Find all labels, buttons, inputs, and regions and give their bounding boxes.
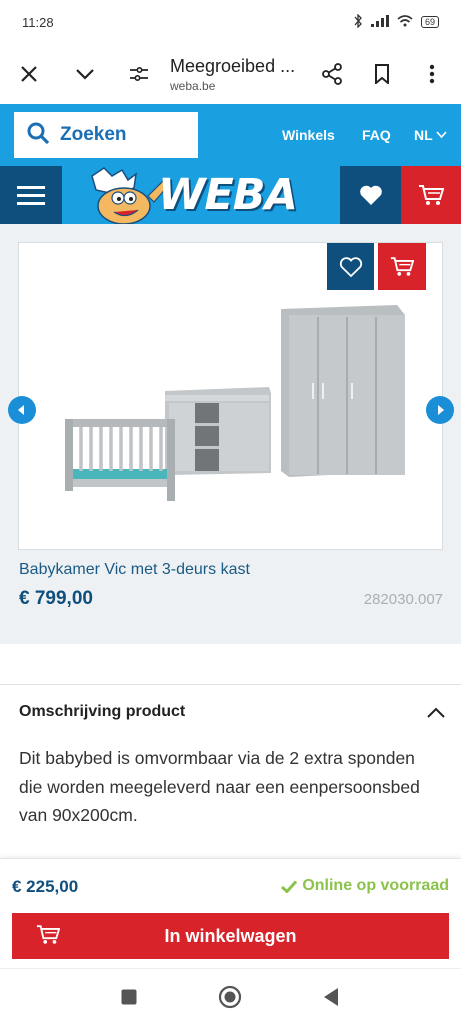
- bluetooth-icon: [353, 12, 363, 31]
- share-icon[interactable]: [315, 57, 349, 91]
- page-settings-icon[interactable]: [122, 57, 156, 91]
- language-label: NL: [414, 127, 433, 143]
- wifi-icon: [397, 14, 413, 30]
- more-icon[interactable]: [415, 57, 449, 91]
- search-input[interactable]: Zoeken: [14, 112, 198, 158]
- page-title: Meegroeibed ...: [170, 55, 296, 76]
- close-icon[interactable]: [12, 57, 46, 91]
- option-price: € 225,00: [12, 877, 79, 896]
- chevron-up-icon: [427, 707, 445, 718]
- cart-icon: [36, 925, 60, 944]
- product-price: € 799,00: [19, 588, 93, 609]
- add-to-cart-button[interactable]: In winkelwagen: [12, 913, 449, 959]
- stock-label: Online op voorraad: [302, 877, 449, 894]
- battery-icon: 69: [420, 16, 439, 28]
- chevron-right-icon: [438, 405, 444, 415]
- check-icon: [281, 879, 298, 893]
- back-triangle-icon: [324, 988, 338, 1006]
- status-bar: 11:28 69: [0, 0, 461, 44]
- language-select[interactable]: NL: [414, 127, 447, 143]
- status-time: 11:28: [22, 14, 54, 30]
- link-winkels[interactable]: Winkels: [282, 127, 335, 143]
- chevron-down-icon[interactable]: [68, 57, 102, 91]
- url-block[interactable]: Meegroeibed ... weba.be: [170, 56, 315, 93]
- logo[interactable]: WEBA: [62, 166, 340, 224]
- browser-bar: Meegroeibed ... weba.be: [0, 44, 461, 104]
- add-to-favorites-button[interactable]: [327, 243, 374, 290]
- home-circle-icon: [218, 985, 242, 1009]
- add-to-cart-icon-button[interactable]: [378, 243, 426, 290]
- product-image[interactable]: [18, 242, 443, 550]
- site-header-top: Zoeken Winkels FAQ NL: [0, 104, 461, 166]
- site-header-bar: WEBA: [0, 166, 461, 224]
- menu-button[interactable]: [0, 166, 62, 224]
- back-button[interactable]: [319, 985, 343, 1009]
- product-section: Babykamer Vic met 3-deurs kast € 799,00 …: [0, 224, 461, 644]
- previous-image-button[interactable]: [8, 396, 36, 424]
- status-icons: 69: [353, 12, 439, 31]
- stock-status: Online op voorraad: [281, 877, 449, 895]
- heart-outline-icon: [339, 256, 362, 277]
- cart-icon: [390, 257, 414, 276]
- product-name[interactable]: Babykamer Vic met 3-deurs kast: [19, 561, 250, 579]
- home-button[interactable]: [218, 985, 242, 1009]
- chevron-left-icon: [18, 405, 24, 415]
- recents-button[interactable]: [117, 985, 141, 1009]
- hamburger-icon: [17, 186, 45, 205]
- bookmark-icon[interactable]: [365, 57, 399, 91]
- product-sku: 282030.007: [363, 591, 443, 608]
- search-label: Zoeken: [60, 124, 127, 145]
- favorites-button[interactable]: [340, 166, 401, 224]
- next-image-button[interactable]: [426, 396, 454, 424]
- system-nav-bar: [0, 968, 461, 1024]
- heart-icon: [359, 185, 382, 205]
- description-toggle[interactable]: Omschrijving product: [19, 703, 445, 721]
- cart-button[interactable]: [401, 166, 461, 224]
- search-icon: [26, 121, 50, 150]
- add-to-cart-label: In winkelwagen: [164, 925, 297, 946]
- square-icon: [121, 989, 137, 1005]
- description-text: Dit babybed is omvormbaar via de 2 extra…: [19, 748, 420, 825]
- divider: [0, 684, 461, 685]
- chevron-down-icon: [436, 131, 447, 139]
- logo-text: WEBA: [158, 170, 298, 220]
- description-title: Omschrijving product: [19, 703, 186, 720]
- purchase-bar: € 225,00 Online op voorraad In winkelwag…: [0, 858, 461, 968]
- link-faq[interactable]: FAQ: [362, 127, 391, 143]
- signal-icon: [370, 14, 389, 30]
- cart-icon: [419, 185, 444, 205]
- page-host: weba.be: [170, 78, 216, 93]
